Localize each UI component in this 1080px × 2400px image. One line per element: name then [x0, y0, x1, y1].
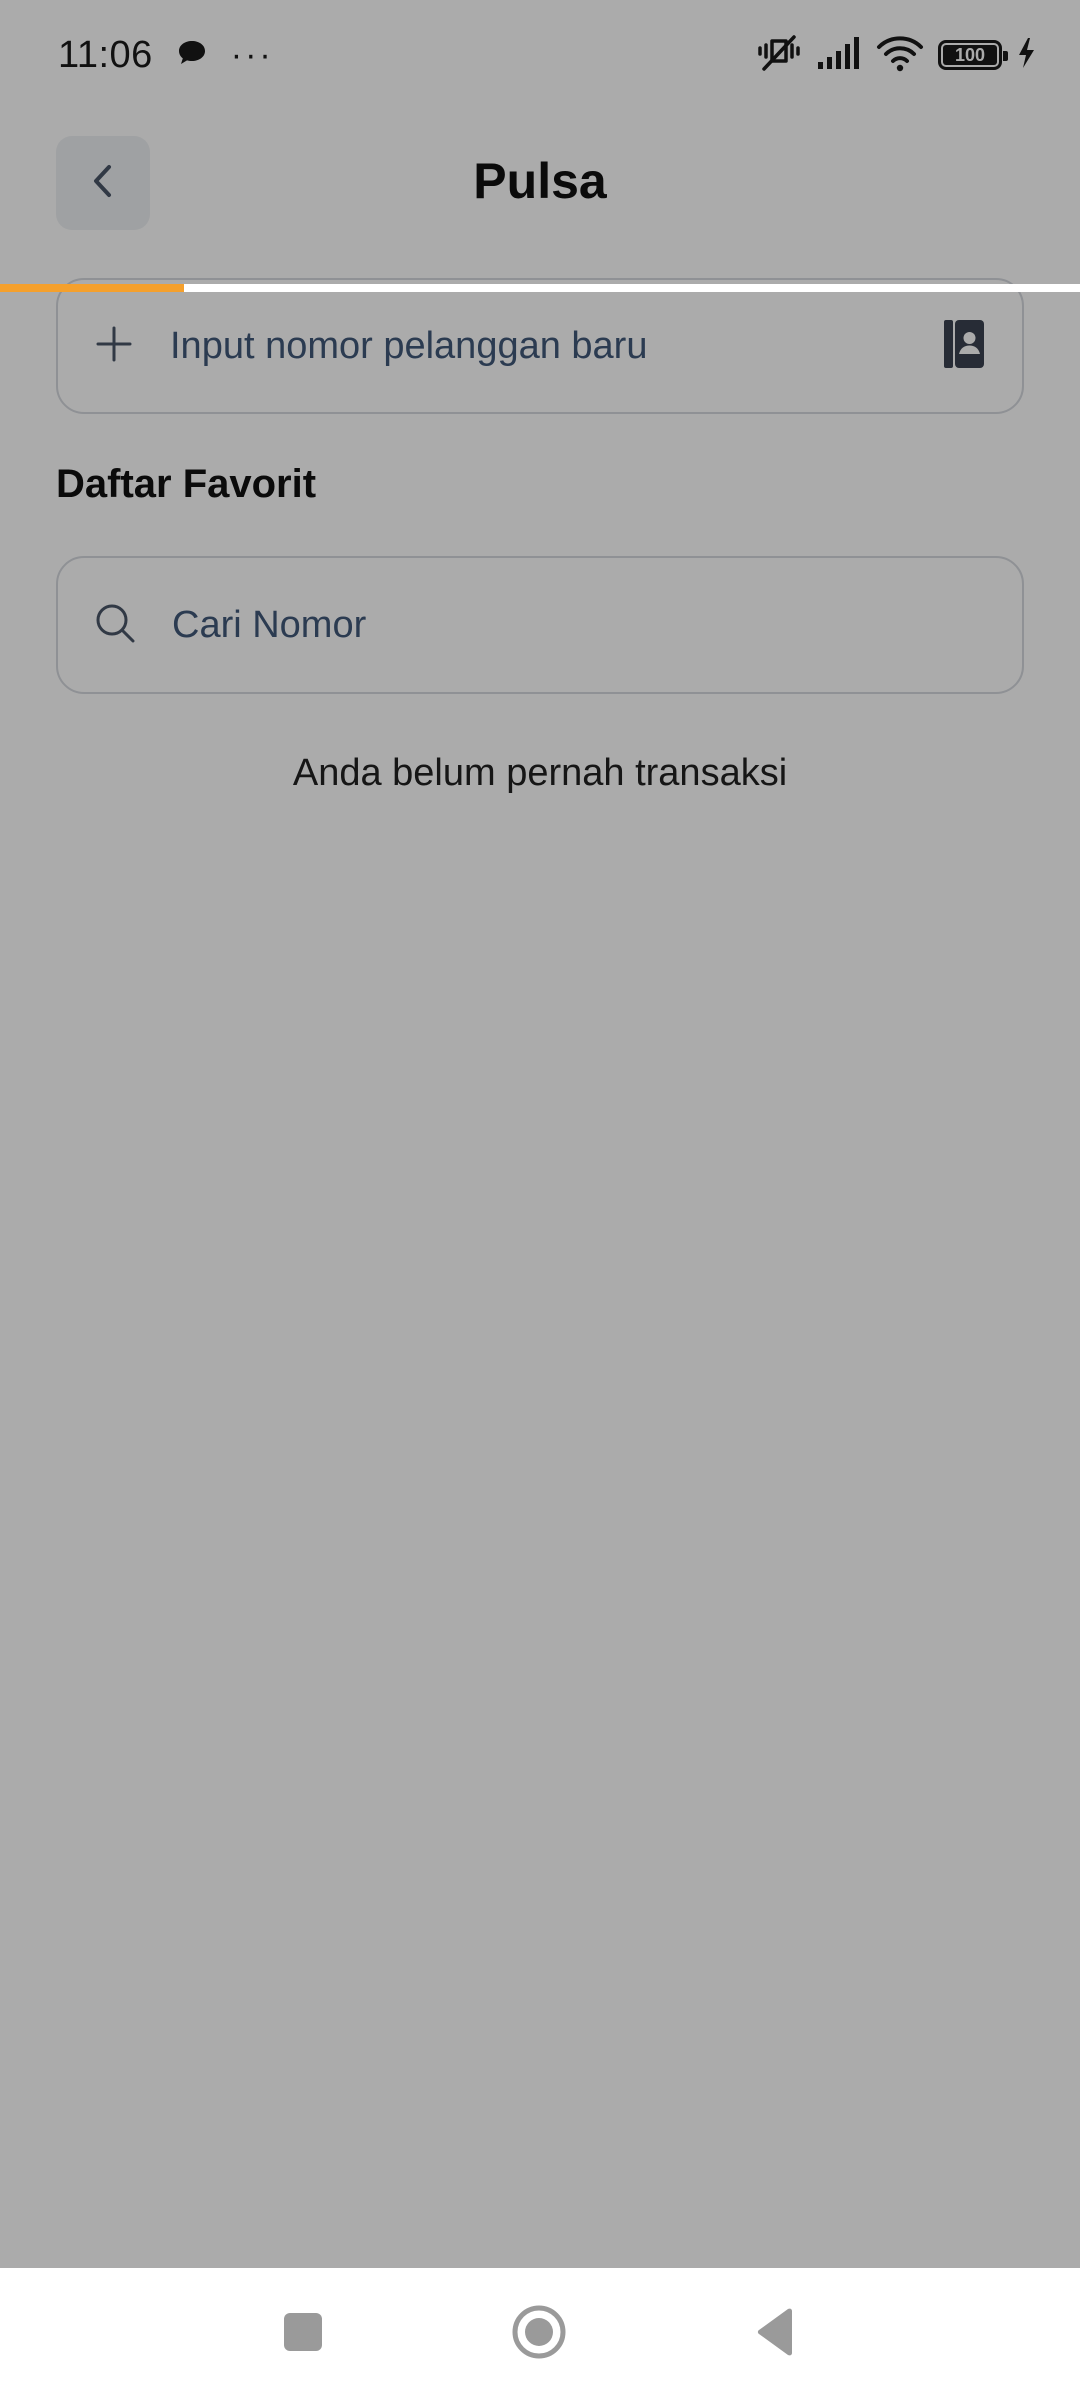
status-bar: 11:06 ··· 100 [0, 0, 1080, 110]
loading-progress-bar [0, 284, 1080, 292]
signal-icon [816, 35, 862, 76]
app-header: Pulsa [0, 130, 1080, 246]
plus-icon [94, 324, 134, 369]
status-bar-right: 100 [756, 33, 1036, 78]
contact-book-icon[interactable] [942, 318, 986, 375]
favorites-title: Daftar Favorit [56, 462, 317, 506]
circle-home-icon [511, 2304, 567, 2365]
battery-icon: 100 [938, 40, 1008, 70]
chat-bubble-icon [175, 36, 209, 75]
empty-state-text: Anda belum pernah transaksi [292, 752, 788, 794]
status-bar-left: 11:06 ··· [58, 34, 274, 77]
search-icon [94, 602, 136, 649]
app-screen: 11:06 ··· 100 Pulsa Input nomor pelangga… [0, 0, 1080, 2268]
battery-level: 100 [954, 44, 986, 65]
loading-progress-fill [0, 284, 184, 292]
search-field[interactable] [56, 556, 1024, 694]
square-icon [283, 2312, 323, 2357]
new-number-label: Input nomor pelanggan baru [170, 324, 648, 367]
system-back-button[interactable] [739, 2298, 811, 2370]
triangle-back-icon [755, 2308, 795, 2361]
search-input[interactable] [172, 603, 986, 647]
wifi-icon [876, 34, 924, 77]
home-button[interactable] [503, 2298, 575, 2370]
more-notifications-icon: ··· [230, 35, 274, 74]
recents-button[interactable] [267, 2298, 339, 2370]
vibrate-mute-icon [756, 33, 802, 78]
charging-icon [1016, 36, 1036, 75]
page-title: Pulsa [473, 153, 607, 209]
status-time: 11:06 [58, 33, 153, 76]
new-number-input[interactable]: Input nomor pelanggan baru [56, 278, 1024, 414]
navigation-bar [0, 2268, 1080, 2400]
